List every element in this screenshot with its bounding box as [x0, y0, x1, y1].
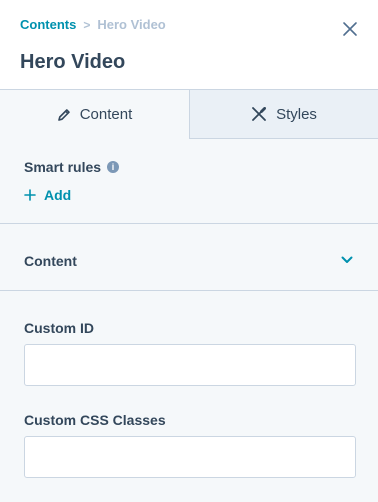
add-smart-rule-button[interactable]: Add	[24, 187, 71, 203]
breadcrumb-current: Hero Video	[97, 17, 166, 32]
tab-content[interactable]: Content	[0, 90, 190, 139]
page-title: Hero Video	[20, 51, 126, 73]
tab-styles-label: Styles	[276, 105, 317, 123]
styles-icon	[252, 107, 266, 121]
plus-icon	[24, 189, 36, 201]
pencil-icon	[57, 108, 70, 121]
content-panel: Smart rules i Add Content Custom ID Cust…	[0, 139, 378, 502]
info-icon[interactable]: i	[107, 161, 120, 173]
close-button[interactable]	[342, 21, 358, 37]
panel-header: Contents > Hero Video Hero Video	[0, 0, 378, 90]
smart-rules-heading: Smart rules i	[24, 159, 120, 175]
tab-bar: Content Styles	[0, 89, 378, 139]
custom-id-input[interactable]	[24, 344, 356, 386]
add-label: Add	[44, 187, 72, 203]
custom-id-label: Custom ID	[24, 320, 94, 336]
content-section-label: Content	[24, 253, 77, 269]
divider	[0, 290, 378, 291]
content-section-toggle[interactable]: Content	[0, 224, 378, 291]
custom-css-classes-input[interactable]	[24, 436, 356, 478]
close-icon	[343, 22, 357, 36]
tab-styles[interactable]: Styles	[190, 90, 378, 139]
breadcrumb-separator: >	[83, 17, 91, 32]
tab-content-label: Content	[79, 106, 133, 123]
custom-css-classes-label: Custom CSS Classes	[24, 412, 166, 428]
smart-rules-label: Smart rules	[24, 159, 102, 175]
breadcrumb-contents-link[interactable]: Contents	[20, 17, 76, 32]
breadcrumb: Contents > Hero Video	[20, 17, 166, 32]
chevron-down-icon	[341, 256, 353, 263]
